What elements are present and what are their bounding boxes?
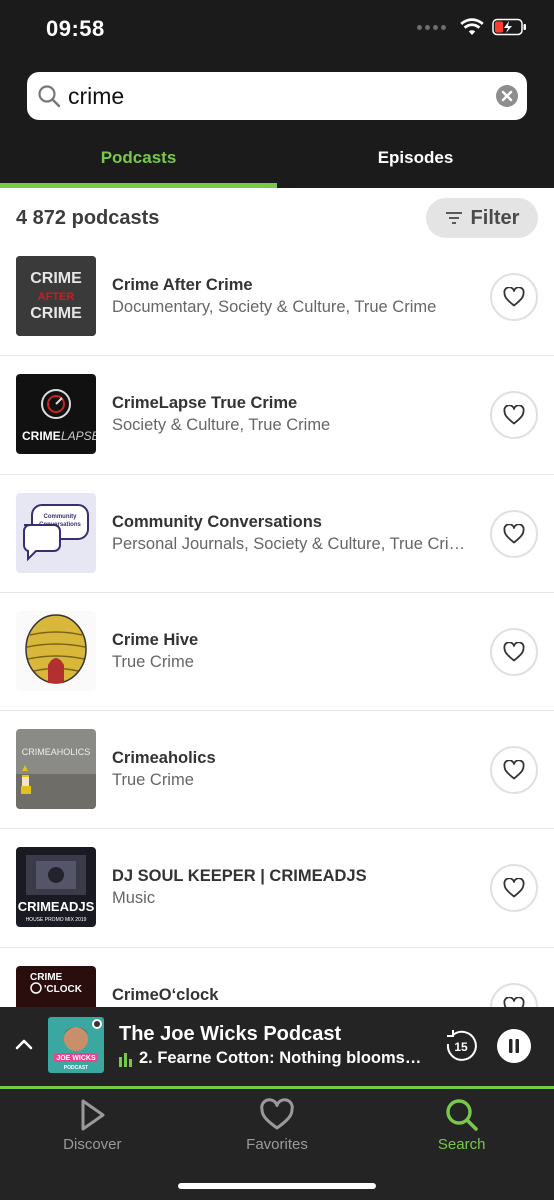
search-icon [445, 1099, 478, 1131]
search-header [0, 62, 554, 134]
podcast-artwork: CRIMEADJS HOUSE PROMO MIX 2019 [16, 847, 96, 928]
results-count: 4 872 podcasts [16, 207, 160, 229]
podcast-artwork: CRIME AFTER CRIME [16, 256, 96, 336]
signal-icon [417, 24, 446, 30]
podcast-list: CRIME AFTER CRIME Crime After Crime Docu… [0, 238, 554, 1066]
podcast-categories: Society & Culture, True Crime [112, 416, 331, 435]
status-bar: 09:58 [0, 0, 554, 62]
filter-button[interactable]: Filter [426, 198, 538, 238]
favorite-button[interactable] [490, 509, 538, 558]
chevron-up-icon[interactable] [14, 1037, 34, 1051]
nav-discover[interactable]: Discover [0, 1089, 185, 1200]
podcast-artwork [16, 610, 96, 691]
list-item[interactable]: CRIME LAPSE CrimeLapse True Crime Societ… [0, 356, 554, 475]
podcast-title: Community Conversations [112, 512, 322, 531]
heart-icon [260, 1098, 294, 1130]
podcast-title: Crime After Crime [112, 276, 253, 294]
rewind-icon: 15 [446, 1030, 477, 1061]
list-item[interactable]: CRIMEADJS HOUSE PROMO MIX 2019 DJ SOUL K… [0, 829, 554, 948]
list-item[interactable]: Community Conversations Community Conver… [0, 475, 554, 593]
favorite-button[interactable] [490, 391, 538, 440]
heart-icon [503, 641, 525, 662]
list-item[interactable]: CRIMEAHOLICS Crimeaholics True Crime [0, 711, 554, 830]
svg-text:CRIME: CRIME [30, 972, 63, 983]
filter-label: Filter [470, 206, 520, 229]
wifi-icon [460, 18, 484, 35]
svg-text:CRIMEADJS: CRIMEADJS [18, 899, 95, 914]
svg-text:Conversations: Conversations [39, 522, 81, 528]
svg-text:HOUSE PROMO MIX 2019: HOUSE PROMO MIX 2019 [26, 917, 87, 923]
tab-episodes-label: Episodes [377, 148, 454, 167]
favorite-button[interactable] [490, 627, 538, 676]
svg-text:LAPSE: LAPSE [61, 429, 96, 443]
heart-icon [503, 523, 525, 543]
podcast-title: Crime Hive [112, 630, 199, 649]
svg-text:CRIME: CRIME [22, 429, 61, 443]
nav-discover-label: Discover [63, 1136, 122, 1153]
svg-text:JOE WICKS: JOE WICKS [56, 1055, 96, 1062]
nav-search[interactable]: Search [369, 1089, 554, 1200]
home-indicator[interactable] [178, 1183, 376, 1189]
podcast-categories: True Crime [112, 771, 194, 790]
search-icon [38, 85, 61, 108]
svg-text:'CLOCK: 'CLOCK [44, 984, 83, 995]
favorite-button[interactable] [490, 746, 538, 795]
pause-icon [509, 1039, 519, 1053]
rewind-15-button[interactable]: 15 [443, 1028, 479, 1069]
player-title: The Joe Wicks Podcast [119, 1023, 342, 1045]
podcast-title: Crimeaholics [112, 749, 216, 768]
heart-icon [503, 878, 525, 898]
svg-text:CRIMEAHOLICS: CRIMEAHOLICS [22, 747, 91, 757]
player-artwork: JOE WICKS PODCAST [48, 1017, 104, 1073]
podcast-artwork: Community Conversations [16, 492, 96, 573]
tab-bar: Podcasts Episodes [0, 134, 554, 188]
status-time: 09:58 [46, 16, 105, 41]
heart-icon [503, 760, 525, 780]
podcast-artwork: CRIME LAPSE [16, 374, 96, 455]
status-icons [417, 18, 528, 36]
nav-favorites-label: Favorites [246, 1136, 308, 1153]
heart-icon [503, 405, 525, 425]
svg-text:AFTER: AFTER [38, 291, 75, 303]
discover-icon [81, 1099, 105, 1131]
filter-icon [445, 212, 462, 224]
tab-podcasts[interactable]: Podcasts [0, 134, 277, 188]
podcast-artwork: CRIMEAHOLICS [16, 729, 96, 810]
favorite-button[interactable] [490, 273, 538, 321]
svg-text:CRIME: CRIME [30, 270, 82, 287]
favorite-button[interactable] [490, 864, 538, 913]
svg-text:Community: Community [44, 514, 78, 520]
podcast-categories: True Crime [112, 652, 194, 671]
nav-search-label: Search [437, 1136, 486, 1153]
player-episode: 2. Fearne Cotton: Nothing blooms all yea… [139, 1049, 425, 1067]
svg-text:PODCAST: PODCAST [64, 1065, 88, 1071]
podcast-title: CrimeLapse True Crime [112, 394, 298, 413]
podcast-title: CrimeO‘clock [112, 985, 219, 1004]
podcast-title: DJ SOUL KEEPER | CRIMEADJS [112, 867, 367, 886]
svg-text:CRIME: CRIME [30, 305, 82, 322]
heart-icon [503, 287, 525, 307]
mini-player[interactable]: JOE WICKS PODCAST The Joe Wicks Podcast … [0, 1007, 554, 1089]
search-box[interactable] [27, 72, 527, 120]
podcast-categories: Personal Journals, Society & Culture, Tr… [112, 534, 468, 553]
podcast-categories: Music [112, 889, 156, 908]
clear-search-icon[interactable] [496, 85, 518, 107]
tab-podcasts-label: Podcasts [100, 148, 177, 167]
battery-icon [492, 18, 526, 36]
search-input[interactable] [68, 81, 488, 111]
podcast-categories: Documentary, Society & Culture, True Cri… [112, 298, 437, 316]
rewind-seconds: 15 [454, 1040, 468, 1054]
tab-episodes[interactable]: Episodes [277, 134, 554, 188]
pause-button[interactable] [497, 1029, 531, 1063]
list-item[interactable]: Crime Hive True Crime [0, 593, 554, 712]
list-item[interactable]: CRIME AFTER CRIME Crime After Crime Docu… [0, 238, 554, 357]
